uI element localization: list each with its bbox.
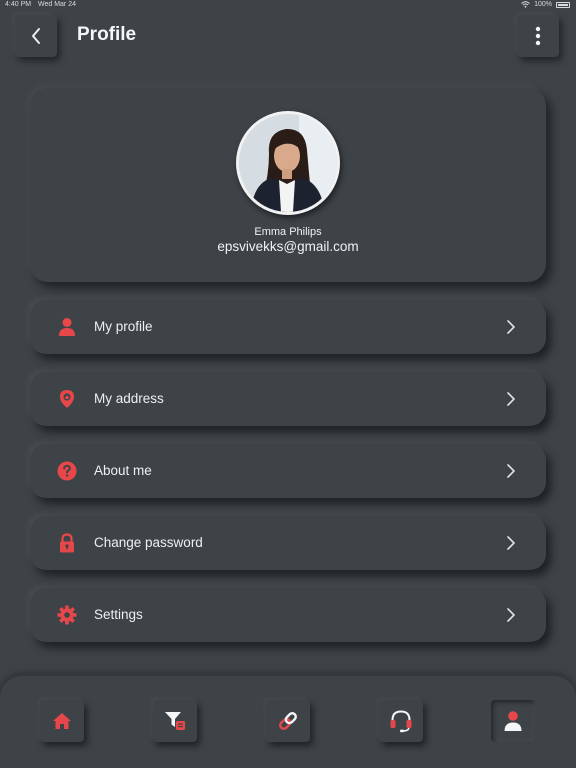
page-title: Profile xyxy=(77,24,137,45)
menu-item-my-address[interactable]: My address xyxy=(30,372,546,426)
more-options-button[interactable] xyxy=(517,15,559,57)
menu-item-change-password[interactable]: Change password xyxy=(30,516,546,570)
profile-icon xyxy=(504,711,522,731)
menu-item-label: About me xyxy=(94,463,152,478)
profile-name: Emma Philips xyxy=(254,226,322,238)
gear-icon xyxy=(57,605,77,625)
filter-icon xyxy=(165,712,185,730)
status-time: 4:40 PM xyxy=(5,1,32,8)
location-pin-icon xyxy=(60,390,74,408)
chevron-left-icon xyxy=(32,28,40,44)
chevron-right-icon xyxy=(507,608,515,622)
nav-home-button[interactable] xyxy=(40,700,84,742)
headset-icon xyxy=(390,710,412,733)
avatar[interactable] xyxy=(236,111,340,215)
menu-item-label: Change password xyxy=(94,535,203,550)
nav-profile-button[interactable] xyxy=(491,700,535,742)
chevron-right-icon xyxy=(507,464,515,478)
link-icon xyxy=(279,712,297,730)
status-indicators: 100% xyxy=(521,1,570,8)
menu-item-label: Settings xyxy=(94,607,143,622)
nav-support-button[interactable] xyxy=(379,700,423,742)
home-icon xyxy=(53,713,71,729)
back-button[interactable] xyxy=(15,15,57,57)
status-date: Wed Mar 24 xyxy=(38,1,76,8)
wifi-icon xyxy=(521,1,530,8)
lock-icon xyxy=(60,533,74,553)
status-bar: 4:40 PM Wed Mar 24 100% xyxy=(0,0,576,12)
more-vertical-icon xyxy=(535,26,541,46)
nav-link-button[interactable] xyxy=(266,700,310,742)
nav-filter-button[interactable] xyxy=(153,700,197,742)
menu-item-label: My address xyxy=(94,391,164,406)
chevron-right-icon xyxy=(507,536,515,550)
question-icon xyxy=(57,461,77,481)
chevron-right-icon xyxy=(507,392,515,406)
menu-item-settings[interactable]: Settings xyxy=(30,588,546,642)
avatar-photo xyxy=(239,114,337,212)
profile-email: epsvivekks@gmail.com xyxy=(217,239,359,254)
menu-item-about-me[interactable]: About me xyxy=(30,444,546,498)
battery-icon xyxy=(556,1,570,8)
battery-percent: 100% xyxy=(534,1,552,8)
profile-card: Emma Philips epsvivekks@gmail.com xyxy=(30,88,546,282)
person-icon xyxy=(59,318,75,336)
bottom-nav xyxy=(0,676,576,768)
chevron-right-icon xyxy=(507,320,515,334)
menu-item-my-profile[interactable]: My profile xyxy=(30,300,546,354)
menu-item-label: My profile xyxy=(94,319,153,334)
